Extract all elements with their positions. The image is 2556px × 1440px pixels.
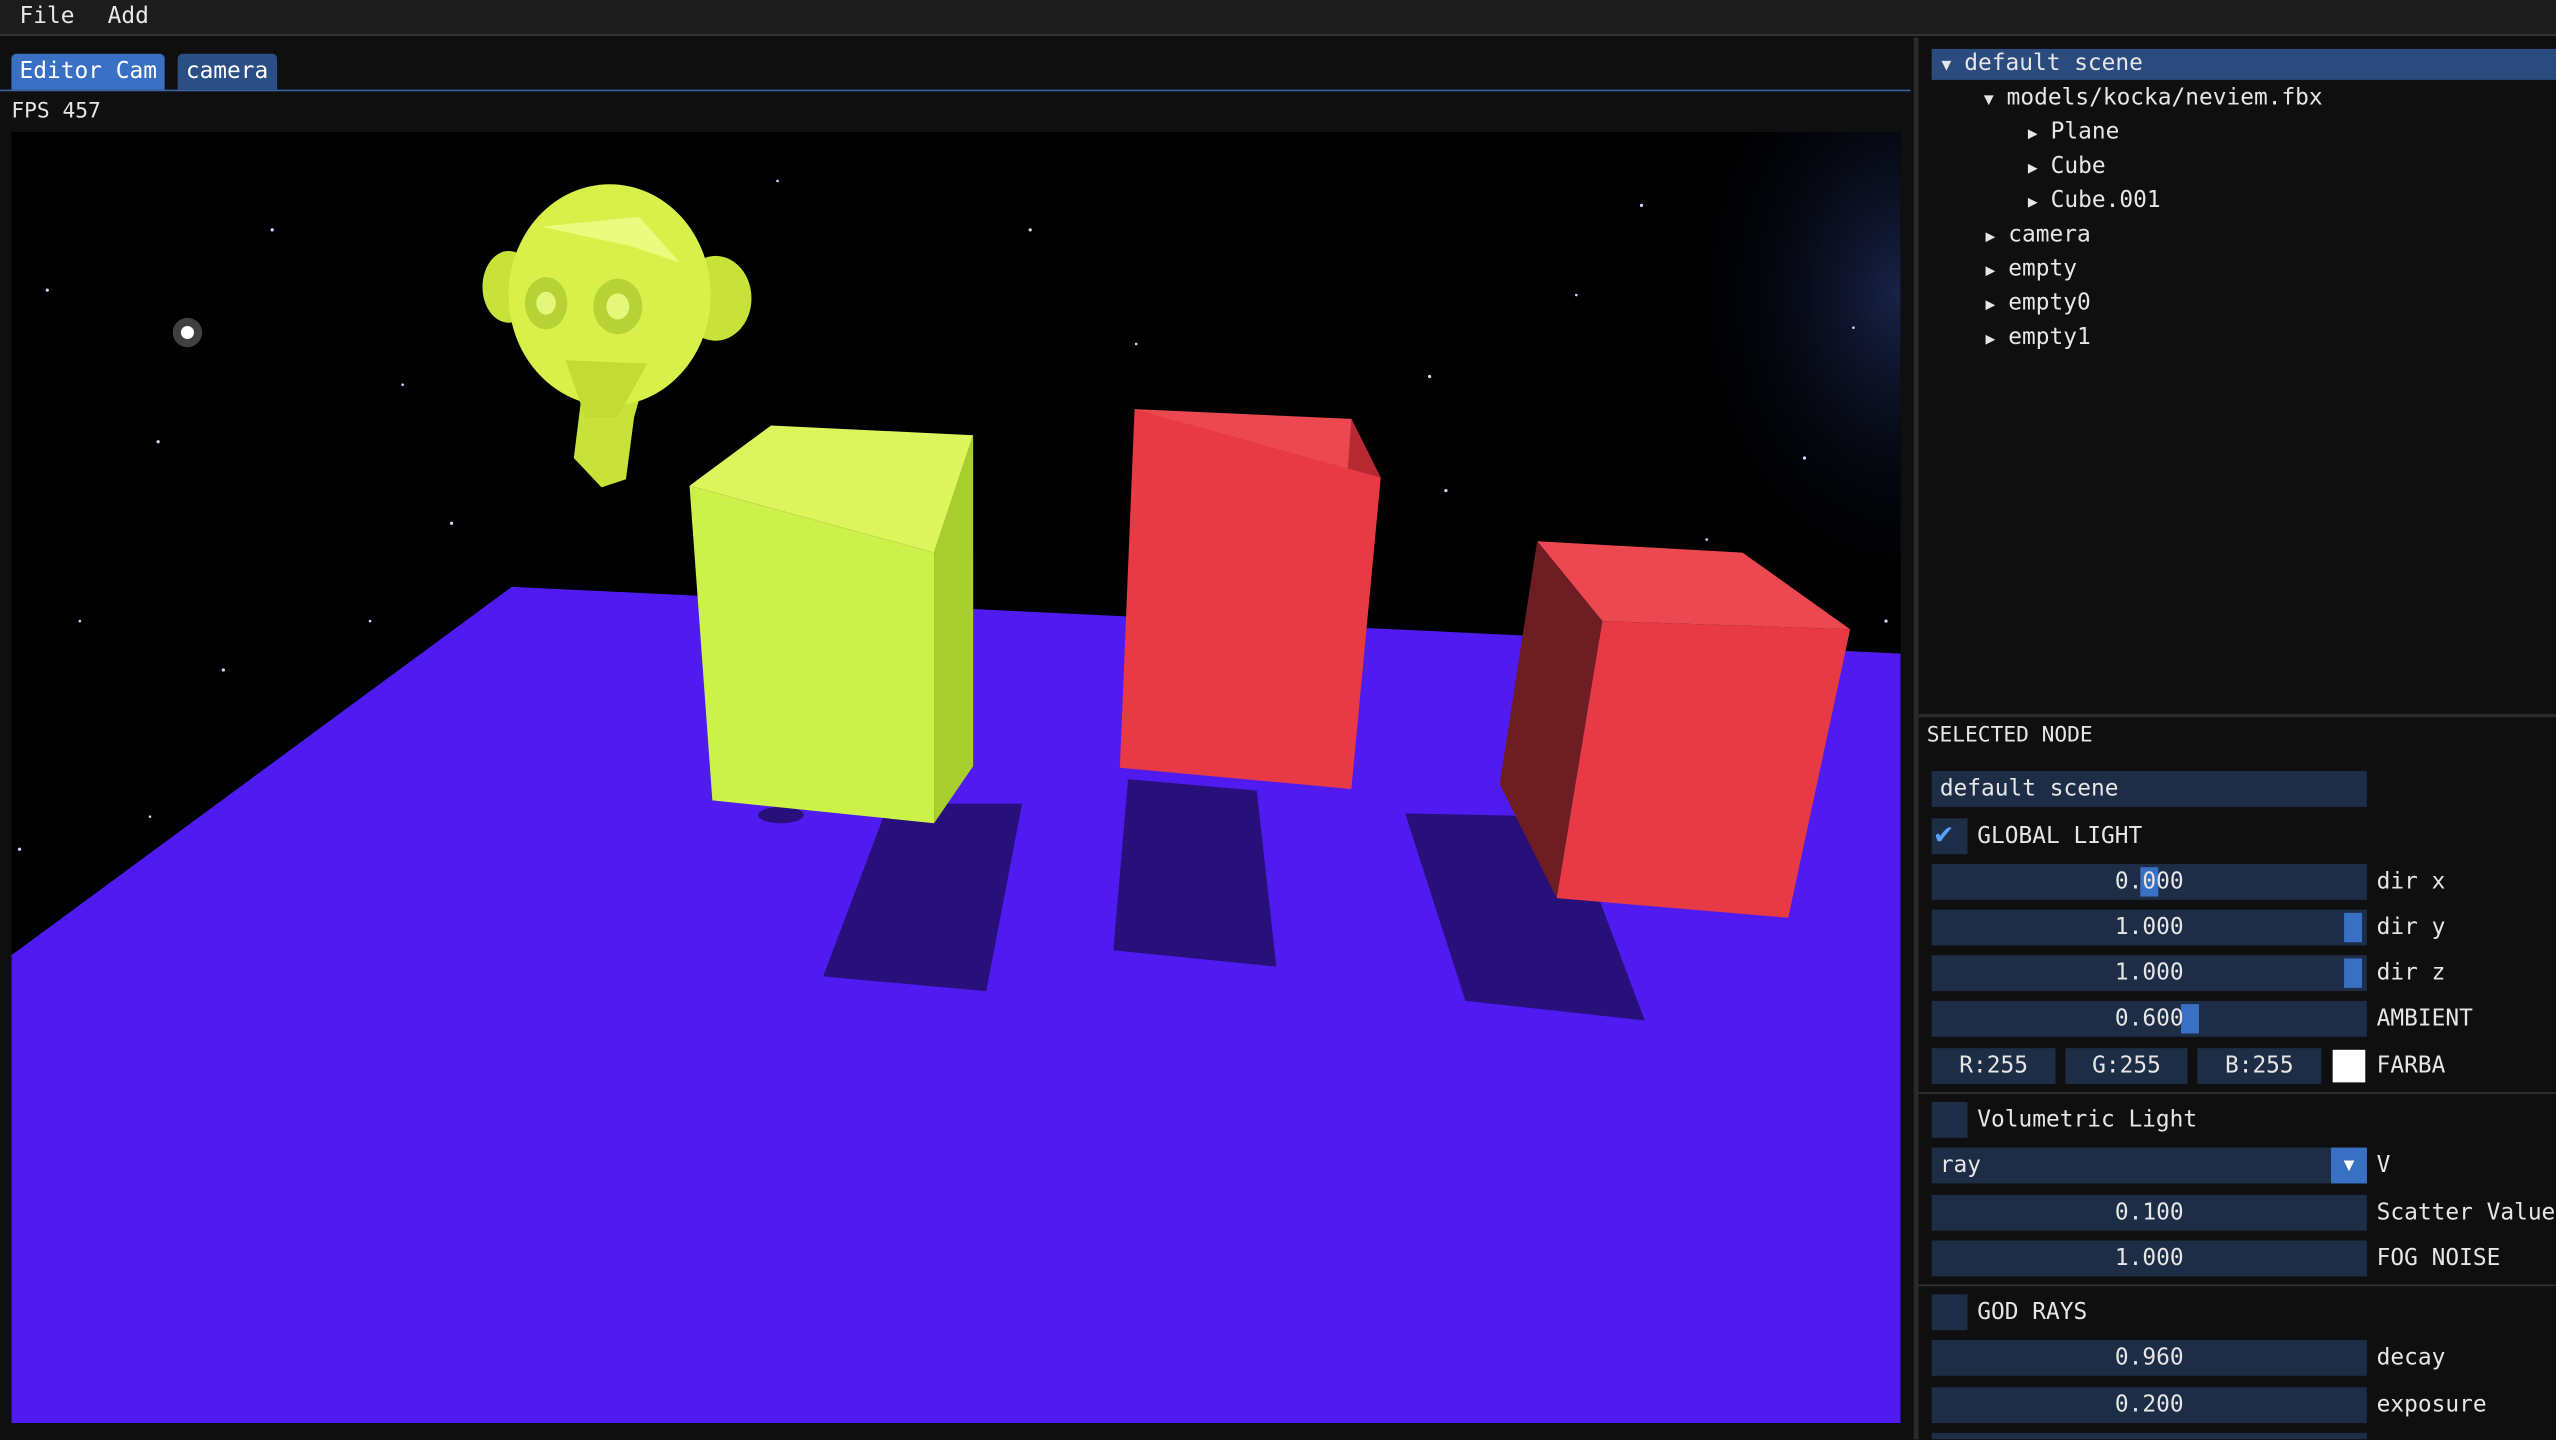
- color-r-input[interactable]: R:255: [1931, 1048, 2056, 1085]
- tree-node-empty[interactable]: ▶ empty: [1985, 254, 2077, 285]
- exposure-label: exposure: [2376, 1392, 2487, 1419]
- slider-grab[interactable]: [2344, 912, 2363, 943]
- cube-yellow: [689, 425, 974, 824]
- fps-counter: FPS 457: [11, 99, 101, 124]
- dir-y-label: dir y: [2376, 914, 2446, 941]
- tree-node-label: Cube: [2050, 153, 2106, 180]
- tree-collapsed-icon[interactable]: ▶: [1985, 324, 2008, 355]
- global-light-checkbox[interactable]: ✔: [1931, 816, 1968, 855]
- tree-node-model[interactable]: ▼ models/kocka/neviem.fbx: [1984, 83, 2323, 114]
- global-light-label: GLOBAL LIGHT: [1977, 823, 2143, 850]
- color-swatch[interactable]: [2332, 1049, 2366, 1083]
- tree-node-cube[interactable]: ▶ Cube: [2028, 152, 2106, 183]
- shadow-cube-red: [1113, 779, 1277, 967]
- volumetric-light-label: Volumetric Light: [1977, 1106, 2198, 1133]
- tree-node-plane[interactable]: ▶ Plane: [2028, 117, 2120, 148]
- scene-render: [11, 132, 1901, 1424]
- checkmark-icon: ✔: [1934, 816, 1953, 851]
- tree-node-label: empty1: [2008, 324, 2091, 351]
- ambient-label: AMBIENT: [2376, 1005, 2473, 1032]
- editor-window: File Add Editor Cam camera FPS 457 ▼ def…: [0, 0, 2556, 1440]
- dir-z-slider[interactable]: 1.000: [1931, 955, 2367, 992]
- menu-add[interactable]: Add: [108, 3, 149, 29]
- section-divider: [1918, 1284, 2556, 1287]
- tree-node-empty0[interactable]: ▶ empty0: [1985, 289, 2090, 320]
- section-divider: [1918, 1092, 2556, 1094]
- tree-collapsed-icon[interactable]: ▶: [2028, 187, 2051, 218]
- tree-node-cube-001[interactable]: ▶ Cube.001: [2028, 186, 2161, 217]
- tab-editor-cam[interactable]: Editor Cam: [11, 53, 166, 90]
- dir-y-value: 1.000: [2114, 914, 2184, 941]
- decay-input[interactable]: 0.960: [1931, 1339, 2367, 1376]
- ambient-value: 0.600: [2114, 1005, 2184, 1032]
- decay-label: decay: [2376, 1344, 2446, 1371]
- inspector-panel: ▼ default scene ▼ models/kocka/neviem.fbx …: [1918, 37, 2556, 1440]
- tree-collapsed-icon[interactable]: ▶: [1985, 290, 2008, 321]
- tree-collapsed-icon[interactable]: ▶: [2028, 119, 2051, 150]
- tree-collapsed-icon[interactable]: ▶: [1985, 222, 2008, 253]
- dir-x-value: 0.000: [2114, 868, 2184, 895]
- dropdown-arrow-icon[interactable]: ▼: [2331, 1147, 2367, 1184]
- color-label: FARBA: [2376, 1053, 2446, 1080]
- cube-red: [1119, 409, 1381, 789]
- tree-node-label: empty: [2008, 255, 2078, 283]
- selected-node-header: SELECTED NODE: [1926, 723, 2093, 749]
- tab-camera[interactable]: camera: [177, 53, 277, 90]
- tree-expanded-icon[interactable]: ▼: [1984, 85, 2007, 116]
- tree-node-label: default scene: [1964, 50, 2143, 77]
- tree-collapsed-icon[interactable]: ▶: [1985, 256, 2008, 287]
- volumetric-mode-combo[interactable]: ray ▼: [1931, 1147, 2367, 1184]
- tree-node-label: models/kocka/neviem.fbx: [2006, 84, 2323, 111]
- tree-node-label: Cube.001: [2050, 187, 2161, 214]
- menu-bar: File Add: [0, 0, 2556, 36]
- dir-x-slider[interactable]: 0.000: [1931, 863, 2367, 900]
- tree-expanded-icon[interactable]: ▼: [1932, 51, 1965, 82]
- tree-node-label: Plane: [2050, 118, 2120, 146]
- god-rays-label: GOD RAYS: [1977, 1299, 2088, 1326]
- fog-noise-label: FOG NOISE: [2376, 1245, 2501, 1272]
- ambient-slider[interactable]: 0.600: [1931, 1000, 2367, 1037]
- god-rays-checkbox[interactable]: [1931, 1294, 1968, 1331]
- tree-collapsed-icon[interactable]: ▶: [2028, 153, 2051, 184]
- scatter-value-input[interactable]: 0.100: [1931, 1194, 2367, 1231]
- color-b-input[interactable]: B:255: [2197, 1048, 2322, 1085]
- viewport-panel: Editor Cam camera FPS 457: [0, 37, 1914, 1440]
- scatter-value-label: Scatter Value: [2376, 1199, 2556, 1226]
- cube-red-2: [1499, 541, 1851, 918]
- tree-node-label: empty0: [2008, 290, 2091, 317]
- tree-node-empty1[interactable]: ▶ empty1: [1985, 323, 2090, 354]
- color-g-input[interactable]: G:255: [2065, 1048, 2188, 1085]
- fog-noise-input[interactable]: 1.000: [1931, 1240, 2367, 1277]
- tree-node-default-scene[interactable]: ▼ default scene: [1931, 48, 2556, 82]
- next-field-partial[interactable]: [1931, 1432, 2367, 1440]
- inspector-splitter[interactable]: [1918, 713, 2556, 718]
- tree-node-camera[interactable]: ▶ camera: [1985, 220, 2090, 251]
- dir-z-label: dir z: [2376, 960, 2446, 987]
- shadow-monkey: [757, 806, 804, 824]
- volumetric-mode-label: V: [2376, 1152, 2391, 1179]
- dir-z-value: 1.000: [2114, 960, 2184, 987]
- tree-node-label: camera: [2008, 221, 2091, 248]
- combo-value: ray: [1939, 1152, 1982, 1179]
- dir-x-label: dir x: [2376, 868, 2446, 895]
- camera-tab-bar: Editor Cam camera: [0, 37, 1911, 92]
- volumetric-light-checkbox[interactable]: [1931, 1101, 1968, 1138]
- exposure-input[interactable]: 0.200: [1931, 1387, 2367, 1424]
- slider-grab[interactable]: [2344, 958, 2363, 988]
- menu-file[interactable]: File: [20, 3, 75, 29]
- dir-y-slider[interactable]: 1.000: [1931, 909, 2367, 946]
- scene-viewport[interactable]: [11, 132, 1901, 1424]
- node-name-input[interactable]: default scene: [1931, 771, 2367, 807]
